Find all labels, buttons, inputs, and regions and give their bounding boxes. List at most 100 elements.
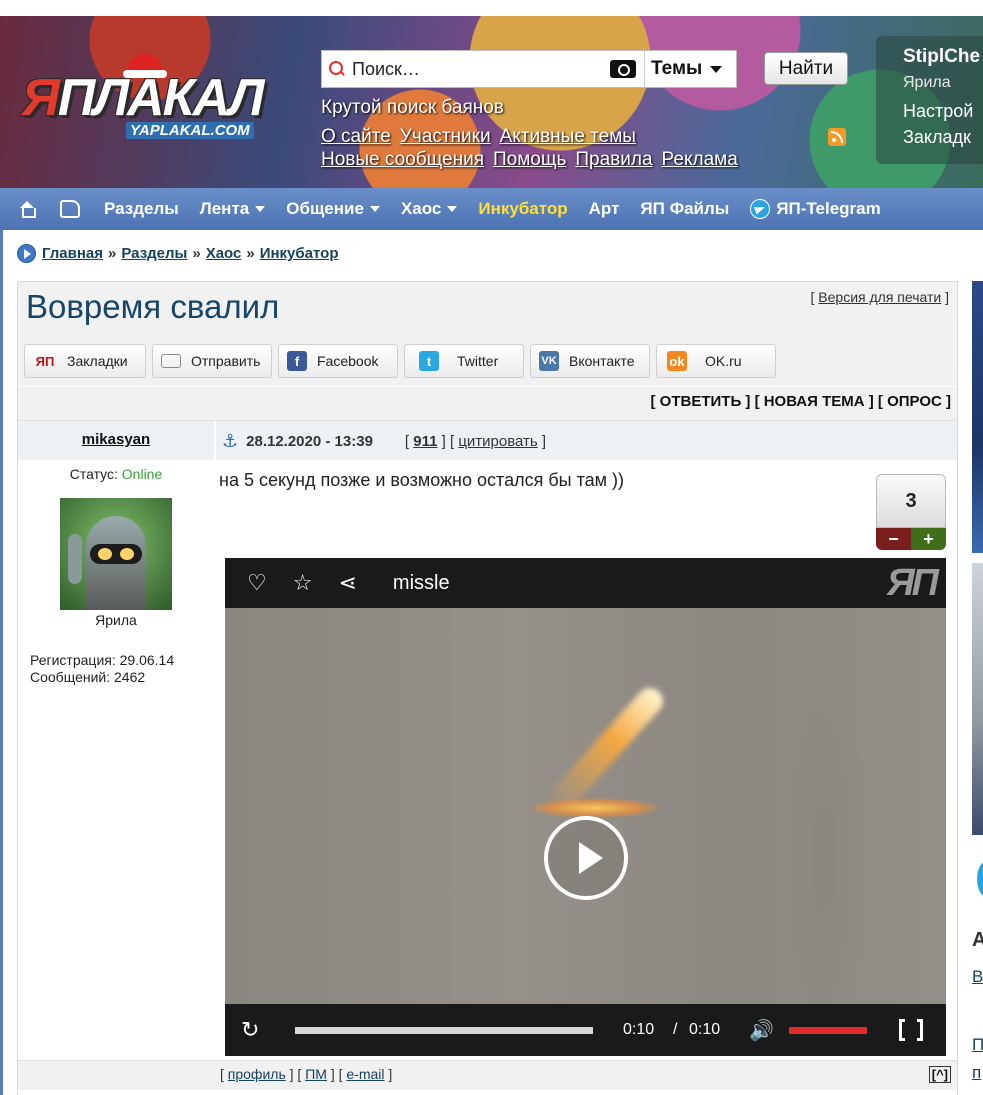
to-top-button[interactable]: [^] <box>928 1066 951 1083</box>
rules-link[interactable]: Правила <box>575 149 652 170</box>
avatar[interactable] <box>60 498 172 610</box>
help-link[interactable]: Помощь <box>493 149 566 170</box>
rating-plus-button[interactable]: + <box>911 528 946 550</box>
email-link[interactable]: e-mail <box>346 1066 384 1082</box>
top-strip <box>0 0 983 16</box>
share-bookmarks-button[interactable]: ЯП Закладки <box>24 344 146 378</box>
site-logo[interactable]: ЯПЛАКАЛ YAPLAKAL.COM <box>22 54 286 148</box>
video-player[interactable]: ♡ ☆ ⋖ missle ЯП ↻ 0:10 / 0:10 🔊 <box>225 558 946 1056</box>
topics-dropdown[interactable]: Темы <box>644 51 730 87</box>
post-meta: ⚓ 28.12.2020 - 13:39 [ 911 ] [ цитироват… <box>216 421 957 461</box>
nav-item-files[interactable]: ЯП Файлы <box>640 199 729 219</box>
nav-item-art[interactable]: Арт <box>589 199 620 219</box>
video-frame[interactable] <box>225 608 946 1004</box>
share-twitter-button[interactable]: t Twitter <box>404 344 524 378</box>
post-number[interactable]: 911 <box>413 433 437 450</box>
heart-icon[interactable]: ♡ <box>247 570 267 596</box>
camera-icon[interactable] <box>610 60 636 78</box>
nav-item-telegram[interactable]: ЯП-Telegram <box>750 199 881 219</box>
ok-icon: ok <box>667 351 687 371</box>
topics-dropdown-label: Темы <box>651 58 703 79</box>
bookmarks-link[interactable]: Закладк <box>903 127 983 148</box>
ads-link[interactable]: Реклама <box>662 149 738 170</box>
share-icon[interactable]: ⋖ <box>338 570 356 596</box>
anchor-icon[interactable]: ⚓ <box>222 431 238 452</box>
nav-item-feed[interactable]: Лента <box>200 199 266 219</box>
post-date: 28.12.2020 - 13:39 <box>246 432 373 450</box>
left-edge-bar <box>0 230 3 1095</box>
members-link[interactable]: Участники <box>400 126 491 147</box>
video-title: missle <box>392 571 450 594</box>
nav-item-chaos[interactable]: Хаос <box>400 199 458 219</box>
sidebar-link[interactable]: П <box>972 1035 983 1055</box>
play-button[interactable] <box>544 816 628 900</box>
nav-item-label: Хаос <box>400 199 442 218</box>
user-stats: Регистрация: 29.06.14 Сообщений: 2462 <box>18 652 214 686</box>
search-input[interactable] <box>348 58 610 80</box>
pm-link[interactable]: ПМ <box>305 1066 327 1082</box>
rating-buttons: − + <box>876 528 946 550</box>
share-facebook-button[interactable]: f Facebook <box>278 344 398 378</box>
sidebar-link[interactable]: п <box>972 1063 981 1083</box>
thumbs-up-icon[interactable] <box>60 200 80 218</box>
print-version-link[interactable]: Версия для печати <box>818 289 941 305</box>
breadcrumb-incubator[interactable]: Инкубатор <box>260 245 339 262</box>
active-topics-link[interactable]: Активные темы <box>500 126 636 147</box>
chevron-down-icon <box>447 206 458 212</box>
breadcrumb-chaos[interactable]: Хаос <box>206 245 242 262</box>
replay-icon[interactable]: ↻ <box>241 1017 281 1043</box>
home-icon[interactable] <box>18 201 36 218</box>
topic-actions[interactable]: [ ОТВЕТИТЬ ] [ НОВАЯ ТЕМА ] [ ОПРОС ] <box>18 386 957 420</box>
nav-item-label: Общение <box>286 199 364 218</box>
post-footer-links: [ профиль ] [ ПМ ] [ e-mail ] <box>220 1066 393 1082</box>
breadcrumb-separator: » <box>192 245 201 262</box>
find-button[interactable]: Найти <box>764 52 848 85</box>
share-button-label: Facebook <box>317 353 379 369</box>
user-name[interactable]: StiplChe <box>903 46 983 68</box>
search-box: Темы <box>321 50 737 88</box>
breadcrumb-sections[interactable]: Разделы <box>121 245 187 262</box>
fullscreen-icon[interactable] <box>899 1017 923 1043</box>
status-label: Статус: <box>69 466 122 482</box>
avatar-part <box>68 534 82 584</box>
share-vk-button[interactable]: VK Вконтакте <box>530 344 650 378</box>
star-icon[interactable]: ☆ <box>293 570 313 596</box>
rating-widget: 3 − + <box>876 474 946 552</box>
topic-container: Вовремя свалил [ Версия для печати ] ЯП … <box>17 281 958 1095</box>
progress-bar[interactable] <box>295 1026 593 1034</box>
new-messages-link[interactable]: Новые сообщения <box>321 149 484 170</box>
breadcrumb-home[interactable]: Главная <box>42 245 103 262</box>
logo-text: ЯПЛАКАЛ <box>22 69 264 127</box>
nav-item-communication[interactable]: Общение <box>286 199 380 219</box>
share-email-button[interactable]: Отправить <box>152 344 272 378</box>
user-info: Статус: Online Ярила Регистрация: 29.06.… <box>18 460 214 1060</box>
volume-icon[interactable]: 🔊 <box>749 1018 789 1043</box>
time-current: 0:10 <box>623 1021 655 1038</box>
nav-item-label: Инкубатор <box>478 199 568 218</box>
share-button-label: OK.ru <box>705 353 742 369</box>
search-icon <box>326 58 348 80</box>
share-ok-button[interactable]: ok OK.ru <box>656 344 776 378</box>
author-name[interactable]: mikasyan <box>82 431 150 448</box>
sidebar-link[interactable]: В <box>972 967 983 987</box>
quote-link[interactable]: цитировать <box>458 433 537 450</box>
rating-value: 3 <box>876 474 946 528</box>
site-header: ЯПЛАКАЛ YAPLAKAL.COM Темы Найти Крутой п… <box>0 0 983 188</box>
profile-link[interactable]: профиль <box>228 1066 286 1082</box>
settings-link[interactable]: Настрой <box>903 101 983 122</box>
rss-icon[interactable] <box>828 128 846 146</box>
volume-slider[interactable] <box>789 1026 867 1034</box>
registration-date: Регистрация: 29.06.14 <box>30 652 175 668</box>
about-link[interactable]: О сайте <box>321 126 391 147</box>
sidebar-banner[interactable] <box>972 281 983 553</box>
nav-item-sections[interactable]: Разделы <box>104 199 179 219</box>
nav-item-incubator[interactable]: Инкубатор <box>478 199 567 219</box>
print-version: [ Версия для печати ] <box>810 289 949 305</box>
nav-item-label: Арт <box>588 199 620 218</box>
sidebar-banner[interactable] <box>972 563 983 835</box>
chevron-down-icon <box>255 206 266 212</box>
rating-minus-button[interactable]: − <box>876 528 911 550</box>
yap-icon: ЯП <box>35 353 55 369</box>
author-cell: mikasyan <box>18 421 214 461</box>
nav-item-label: ЯП Файлы <box>640 199 730 218</box>
